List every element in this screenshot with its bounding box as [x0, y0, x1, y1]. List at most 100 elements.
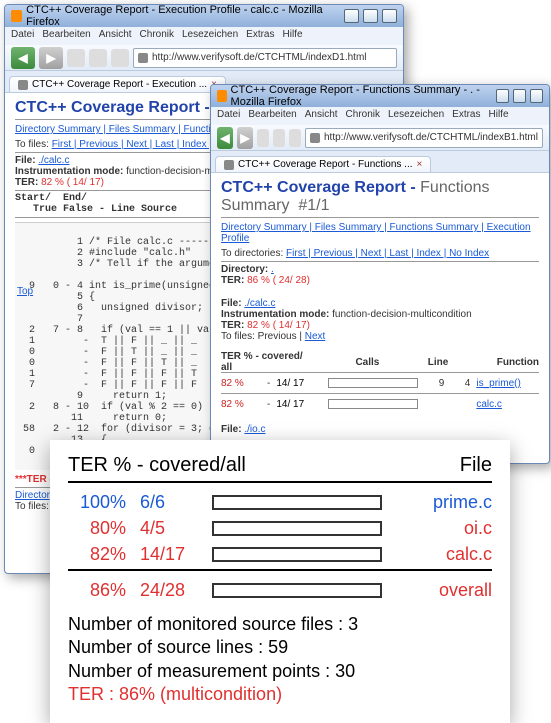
col-line: Line [428, 357, 449, 368]
dir-line: Directory: . [221, 264, 539, 275]
ter-label: TER: [15, 177, 38, 188]
tab-title: CTC++ Coverage Report - Execution ... [32, 79, 207, 90]
functions-header: TER % - covered/ all Calls Line Function [221, 354, 539, 370]
row-calls: 9 [424, 378, 444, 389]
maximize-button[interactable] [513, 89, 526, 103]
menu-item[interactable]: Bearbeiten [248, 109, 296, 123]
titlebar[interactable]: CTC++ Coverage Report - Execution Profil… [5, 5, 403, 27]
stop-icon[interactable] [89, 49, 107, 67]
row-ratio: 14/ 17 [276, 399, 322, 410]
tab-title: CTC++ Coverage Report - Functions ... [238, 159, 413, 170]
menubar[interactable]: Datei Bearbeiten Ansicht Chronik Lesezei… [211, 107, 549, 125]
titlebar[interactable]: CTC++ Coverage Report - Functions Summar… [211, 85, 549, 107]
menu-item[interactable]: Ansicht [305, 109, 338, 123]
url-input[interactable]: http://www.verifysoft.de/CTCHTML/indexD1… [133, 48, 397, 68]
row-ratio: 14/ 17 [276, 378, 322, 389]
stat-points: Number of measurement points : 30 [68, 660, 492, 683]
back-button[interactable]: ◀ [11, 47, 35, 69]
file-ter-label: TER: [221, 320, 244, 331]
file2-link[interactable]: ./io.c [244, 424, 265, 435]
dir-link[interactable]: . [271, 264, 274, 275]
menu-item[interactable]: Bearbeiten [42, 29, 90, 43]
menu-item[interactable]: Hilfe [489, 109, 509, 123]
menu-item[interactable]: Hilfe [283, 29, 303, 43]
back-button[interactable]: ◀ [217, 127, 233, 149]
dir-label: Directory: [221, 264, 268, 275]
instr-value: function-decision-multicondition [332, 309, 472, 320]
menu-item[interactable]: Datei [11, 29, 34, 43]
browser-window-functions-summary: CTC++ Coverage Report - Functions Summar… [210, 84, 550, 464]
menu-item[interactable]: Chronik [346, 109, 380, 123]
top-link[interactable]: Top [17, 286, 33, 297]
ter-line: TER: 86 % ( 24/ 28) [221, 275, 539, 286]
title-main: CTC++ Coverage Report - [15, 99, 214, 116]
row-name: overall [396, 580, 492, 601]
row-pct: 80% [68, 518, 126, 539]
file2-line: File: ./io.c [221, 424, 539, 435]
col-calls: Calls [355, 357, 379, 368]
nav-links[interactable]: Directory Summary | Files Summary | Func… [221, 222, 539, 244]
row-name: prime.c [396, 492, 492, 513]
ter-value: 86 % ( 24/ 28) [247, 275, 310, 286]
stop-icon[interactable] [273, 129, 285, 147]
reload-icon[interactable] [257, 129, 269, 147]
panel-row: 82%14/17calc.c [68, 541, 492, 567]
summary-panel: TER % - covered/all File 100%6/6prime.c8… [50, 440, 510, 723]
home-icon[interactable] [111, 49, 129, 67]
menu-item[interactable]: Extras [246, 29, 274, 43]
close-button[interactable] [530, 89, 543, 103]
menu-item[interactable]: Extras [452, 109, 480, 123]
function-row: 82 %-14/ 1794is_prime() [221, 375, 539, 391]
home-icon[interactable] [289, 129, 301, 147]
row-fn[interactable]: is_prime() [476, 378, 520, 389]
menu-item[interactable]: Ansicht [99, 29, 132, 43]
row-line: 4 [450, 378, 470, 389]
row-bar [212, 495, 382, 510]
toolbar: ◀ ▶ http://www.verifysoft.de/CTCHTML/ind… [211, 125, 549, 151]
tab-close-icon[interactable]: × [417, 159, 423, 170]
stat-files: Number of monitored source files : 3 [68, 613, 492, 636]
row-name: calc.c [396, 544, 492, 565]
row-name: oi.c [396, 518, 492, 539]
ter-value: 82 % ( 14/ 17) [41, 177, 104, 188]
menubar[interactable]: Datei Bearbeiten Ansicht Chronik Lesezei… [5, 27, 403, 45]
forward-button[interactable]: ▶ [237, 127, 253, 149]
tabstrip: CTC++ Coverage Report - Functions ... × [211, 151, 549, 173]
minimize-button[interactable] [344, 9, 359, 23]
ter-label: TER: [221, 275, 244, 286]
panel-head-left: TER % - covered/all [68, 454, 246, 477]
forward-button[interactable]: ▶ [39, 47, 63, 69]
page-favicon [310, 133, 320, 143]
row-pct: 100% [68, 492, 126, 513]
minimize-button[interactable] [496, 89, 509, 103]
menu-item[interactable]: Chronik [140, 29, 174, 43]
title-main: CTC++ Coverage Report - [221, 179, 420, 196]
menu-item[interactable]: Lesezeichen [182, 29, 238, 43]
row-pct: 82 % [221, 378, 261, 389]
tab[interactable]: CTC++ Coverage Report - Execution ... × [9, 76, 226, 92]
window-title: CTC++ Coverage Report - Execution Profil… [26, 4, 336, 28]
tab-favicon [18, 80, 28, 90]
url-input[interactable]: http://www.verifysoft.de/CTCHTML/indexB1… [305, 128, 543, 148]
menu-item[interactable]: Lesezeichen [388, 109, 444, 123]
firefox-icon [11, 10, 22, 22]
to-dirs-links[interactable]: First | Previous | Next | Last | Index |… [286, 248, 489, 259]
page-counter: #1/1 [298, 197, 329, 214]
close-button[interactable] [382, 9, 397, 23]
row-pct: 82 % [221, 399, 261, 410]
row-bar [328, 399, 418, 409]
file-link[interactable]: ./calc.c [244, 298, 275, 309]
file-link[interactable]: ./calc.c [38, 155, 69, 166]
page-favicon [138, 53, 148, 63]
to-files-next-link[interactable]: Next [305, 331, 326, 342]
row-fn[interactable]: calc.c [476, 399, 502, 410]
instr-label: Instrumentation mode: [15, 166, 123, 177]
tab[interactable]: CTC++ Coverage Report - Functions ... × [215, 156, 431, 172]
to-dirs-label: To directories: [221, 248, 283, 259]
row-bar [212, 583, 382, 598]
menu-item[interactable]: Datei [217, 109, 240, 123]
reload-icon[interactable] [67, 49, 85, 67]
instr-label: Instrumentation mode: [221, 309, 329, 320]
maximize-button[interactable] [363, 9, 378, 23]
page-title: CTC++ Coverage Report - Functions Summar… [221, 179, 539, 215]
